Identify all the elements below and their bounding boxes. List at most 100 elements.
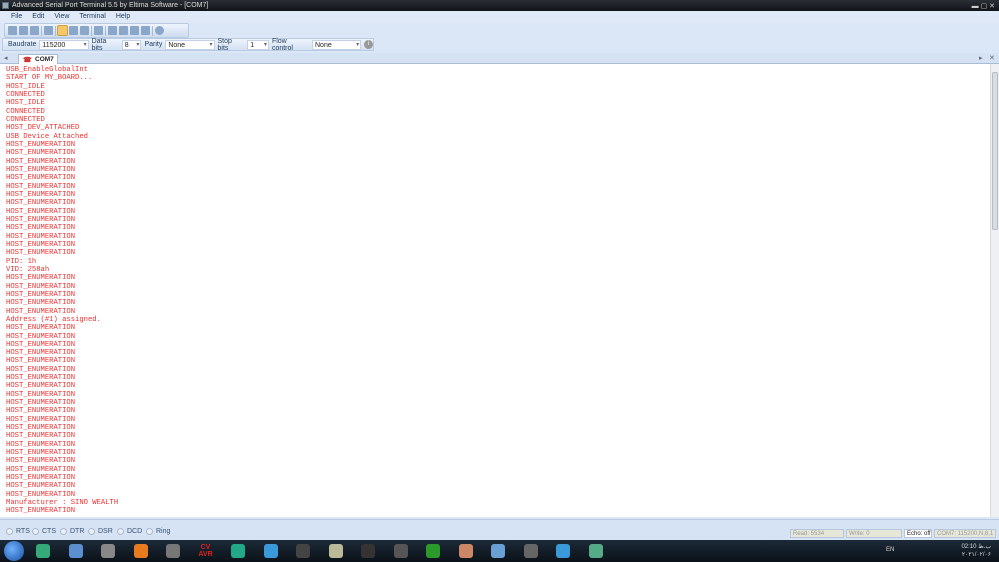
log-line: HOST_ENUMERATION bbox=[6, 274, 76, 283]
divider bbox=[105, 25, 106, 36]
settings-globe-icon[interactable] bbox=[155, 26, 164, 35]
taskbar-app-usb-icon[interactable] bbox=[388, 542, 414, 560]
led-icon bbox=[146, 528, 153, 535]
log-start-icon[interactable] bbox=[130, 26, 139, 35]
divider bbox=[41, 25, 42, 36]
vertical-scrollbar[interactable] bbox=[990, 64, 999, 517]
log-stop-icon[interactable] bbox=[141, 26, 150, 35]
databits-select[interactable]: 8 bbox=[121, 39, 142, 50]
tab-scroll-right-icon[interactable]: ▸ bbox=[979, 54, 983, 62]
flow-control-select[interactable]: None bbox=[312, 39, 362, 50]
log-line: HOST_ENUMERATION bbox=[6, 224, 76, 233]
hex-view-icon[interactable] bbox=[69, 26, 78, 35]
language-indicator[interactable]: EN bbox=[886, 547, 894, 553]
log-line: HOST_ENUMERATION bbox=[6, 207, 76, 216]
cvavr-logo-text: CV AVR bbox=[198, 544, 213, 558]
taskbar-app-chrome-icon[interactable] bbox=[30, 542, 56, 560]
log-line: Manufacturer : SINO WEALTH bbox=[6, 499, 119, 508]
menu-view[interactable]: View bbox=[49, 11, 74, 23]
taskbar-app-clover-icon[interactable] bbox=[420, 542, 446, 560]
taskbar-app-box-icon[interactable] bbox=[95, 542, 121, 560]
log-line: HOST_ENUMERATION bbox=[6, 507, 76, 516]
echo-status[interactable]: Echo: off bbox=[904, 529, 932, 538]
taskbar: CV AVR EN 02:10 ب.ظ ۲۰۲۱/۰۲/۰۶ bbox=[0, 540, 999, 562]
dump-view-icon[interactable] bbox=[80, 26, 89, 35]
signal-dtr[interactable]: DTR bbox=[60, 528, 84, 535]
menu-help[interactable]: Help bbox=[111, 11, 135, 23]
log-line: HOST_ENUMERATION bbox=[6, 390, 76, 399]
taskbar-app-notepad-icon[interactable] bbox=[63, 542, 89, 560]
app-glyph bbox=[133, 544, 148, 558]
tab-com7[interactable]: ☎ COM7 bbox=[18, 54, 58, 64]
disconnect-icon[interactable] bbox=[30, 26, 39, 35]
taskbar-app-photo-icon[interactable] bbox=[485, 542, 511, 560]
baudrate-select[interactable]: 115200 bbox=[39, 39, 89, 50]
start-button[interactable] bbox=[4, 541, 24, 561]
divider bbox=[152, 25, 153, 36]
taskbar-app-cv-avr-icon[interactable]: CV AVR bbox=[193, 542, 219, 560]
parity-select[interactable]: None bbox=[165, 39, 215, 50]
app-glyph bbox=[296, 544, 310, 558]
log-line: HOST_ENUMERATION bbox=[6, 182, 76, 191]
menu-terminal[interactable]: Terminal bbox=[74, 11, 110, 23]
led-icon bbox=[88, 528, 95, 535]
tab-label: COM7 bbox=[35, 56, 54, 63]
log-line: HOST_ENUMERATION bbox=[6, 365, 76, 374]
menu-edit[interactable]: Edit bbox=[27, 11, 49, 23]
app-glyph bbox=[458, 544, 473, 558]
log-line: HOST_ENUMERATION bbox=[6, 199, 76, 208]
app-glyph bbox=[231, 544, 245, 558]
tab-scroll-left-icon[interactable]: ◂ bbox=[4, 54, 8, 62]
taskbar-app-terminal-icon[interactable] bbox=[355, 542, 381, 560]
signal-rts: RTS bbox=[6, 528, 30, 535]
text-view-icon[interactable] bbox=[57, 25, 68, 36]
copy-icon[interactable] bbox=[44, 26, 53, 35]
taskbar-app-monitor-icon[interactable] bbox=[583, 542, 609, 560]
taskbar-app-mx-icon[interactable] bbox=[258, 542, 284, 560]
receive-file-icon[interactable] bbox=[119, 26, 128, 35]
clear-icon[interactable] bbox=[94, 26, 103, 35]
log-line: Address (#1) assigned. bbox=[6, 315, 101, 324]
scrollbar-thumb[interactable] bbox=[992, 72, 998, 230]
led-icon bbox=[6, 528, 13, 535]
log-line: CONNECTED bbox=[6, 115, 45, 124]
taskbar-app-ie-icon[interactable] bbox=[225, 542, 251, 560]
flow-control-label: Flow control bbox=[271, 37, 293, 52]
log-line: HOST_ENUMERATION bbox=[6, 465, 76, 474]
new-session-icon[interactable] bbox=[8, 26, 17, 35]
taskbar-app-paint-icon[interactable] bbox=[453, 542, 479, 560]
app-glyph bbox=[523, 544, 538, 558]
send-file-icon[interactable] bbox=[108, 26, 117, 35]
signal-label: CTS bbox=[42, 528, 56, 535]
app-glyph bbox=[556, 544, 570, 558]
signal-label: DCD bbox=[127, 528, 143, 535]
log-line: HOST_ENUMERATION bbox=[6, 399, 76, 408]
tab-close-icon[interactable]: ✕ bbox=[989, 54, 995, 62]
led-icon bbox=[32, 528, 39, 535]
taskbar-app-eye-icon[interactable] bbox=[290, 542, 316, 560]
system-clock[interactable]: 02:10 ب.ظ ۲۰۲۱/۰۲/۰۶ bbox=[961, 543, 991, 559]
taskbar-app-oscilloscope-icon[interactable] bbox=[323, 542, 349, 560]
menu-bar: File Edit View Terminal Help bbox=[0, 11, 999, 23]
app-glyph bbox=[588, 544, 603, 558]
signal-dcd: DCD bbox=[117, 528, 142, 535]
divider bbox=[55, 25, 56, 36]
clock-time: 02:10 ب.ظ bbox=[961, 544, 991, 550]
terminal-output[interactable]: USB_EnableGlobalInt START OF MY_BOARD... H… bbox=[0, 64, 990, 517]
log-line: HOST_ENUMERATION bbox=[6, 349, 76, 358]
led-icon bbox=[60, 528, 67, 535]
log-line: HOST_ENUMERATION bbox=[6, 299, 76, 308]
taskbar-app-mx-icon[interactable] bbox=[550, 542, 576, 560]
taskbar-app-p-icon[interactable] bbox=[518, 542, 544, 560]
log-line: VID: 258ah bbox=[6, 265, 50, 274]
stopbits-select[interactable]: 1 bbox=[247, 39, 269, 50]
taskbar-app-x-icon[interactable] bbox=[160, 542, 186, 560]
log-line: HOST_ENUMERATION bbox=[6, 374, 76, 383]
connect-icon[interactable] bbox=[19, 26, 28, 35]
info-icon[interactable]: i bbox=[364, 40, 374, 49]
app-glyph bbox=[166, 544, 180, 558]
menu-file[interactable]: File bbox=[6, 11, 27, 23]
log-line: START OF MY_BOARD... bbox=[6, 74, 93, 83]
log-line: HOST_ENUMERATION bbox=[6, 340, 76, 349]
taskbar-app-matlab-icon[interactable] bbox=[128, 542, 154, 560]
